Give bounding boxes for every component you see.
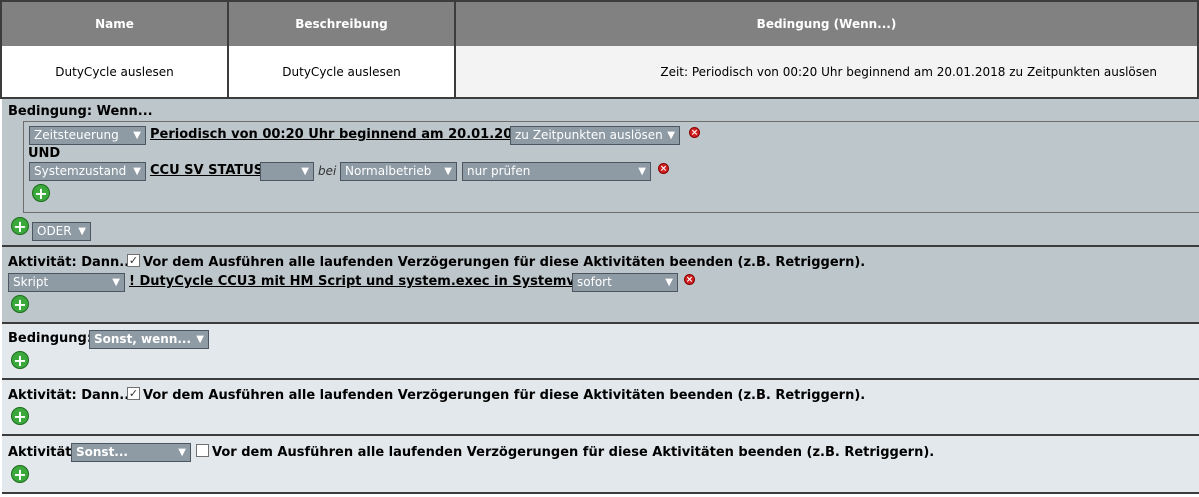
value-select[interactable]: Normalbetrieb ▼ [340, 162, 457, 181]
plus-icon[interactable]: + [11, 217, 29, 235]
chevron-down-icon: ▼ [638, 166, 646, 177]
time-schedule-link[interactable]: Periodisch von 00:20 Uhr beginnend am 20… [150, 127, 530, 142]
activity-type-select[interactable]: Skript ▼ [8, 273, 125, 292]
operator-select[interactable]: ▼ [260, 162, 314, 181]
system-variable-link[interactable]: CCU SV STATUS [150, 163, 263, 178]
bei-label: bei [318, 164, 337, 178]
chevron-down-icon: ▼ [112, 277, 120, 288]
chevron-down-icon: ▼ [133, 130, 141, 141]
condition-label: Bedingung: Wenn... [8, 104, 153, 119]
chevron-down-icon: ▼ [133, 166, 141, 177]
condition-type-select-system[interactable]: Systemzustand ▼ [29, 162, 146, 181]
activity-section-2: Aktivität: Dann... ✓ Vor dem Ausführen a… [2, 380, 1199, 436]
retrigger-label: Vor dem Ausführen alle laufenden Verzöge… [143, 255, 866, 270]
else-select[interactable]: Sonst... ▼ [71, 443, 191, 462]
condition-block: Zeitsteuerung ▼ Periodisch von 00:20 Uhr … [23, 121, 1199, 213]
retrigger-label: Vor dem Ausführen alle laufenden Verzöge… [212, 445, 935, 460]
activity-section-3: Aktivität: Sonst... ▼ Vor dem Ausführen a… [2, 436, 1199, 494]
trigger-mode-select[interactable]: zu Zeitpunkten auslösen ▼ [510, 126, 680, 145]
header-description: Beschreibung [227, 0, 456, 48]
plus-icon[interactable]: + [11, 407, 29, 425]
condition-type-select-time[interactable]: Zeitsteuerung ▼ [29, 126, 146, 145]
else-if-select[interactable]: Sonst, wenn... ▼ [89, 330, 209, 349]
plus-icon[interactable]: + [32, 184, 50, 202]
plus-icon[interactable]: + [11, 295, 29, 313]
program-name: DutyCycle auslesen [0, 46, 229, 99]
header-condition: Bedingung (Wenn...) [454, 0, 1199, 48]
program-condition-summary: Zeit: Periodisch von 00:20 Uhr beginnend… [454, 46, 1199, 99]
retrigger-label: Vor dem Ausführen alle laufenden Verzöge… [143, 388, 866, 403]
chevron-down-icon: ▼ [196, 334, 204, 345]
header-name: Name [0, 0, 229, 48]
activity-label: Aktivität: Dann... [8, 388, 135, 403]
chevron-down-icon: ▼ [178, 447, 186, 458]
plus-icon[interactable]: + [11, 351, 29, 369]
chevron-down-icon: ▼ [78, 226, 86, 237]
or-select[interactable]: ODER ▼ [32, 222, 91, 241]
retrigger-checkbox[interactable] [196, 444, 209, 457]
condition-label: Bedingung: [8, 331, 93, 346]
activity-label: Aktivität: [8, 445, 77, 460]
activity-section-1: Aktivität: Dann... ✓ Vor dem Ausführen a… [2, 247, 1199, 324]
chevron-down-icon: ▼ [444, 166, 452, 177]
retrigger-checkbox[interactable]: ✓ [127, 254, 140, 267]
retrigger-checkbox[interactable]: ✓ [127, 387, 140, 400]
condition-section-2: Bedingung: Sonst, wenn... ▼ + [2, 324, 1199, 380]
script-link[interactable]: ! DutyCycle CCU3 mit HM Script und syste… [129, 274, 609, 289]
delete-icon[interactable]: × [684, 274, 695, 285]
activity-label: Aktivität: Dann... [8, 255, 135, 270]
plus-icon[interactable]: + [11, 465, 29, 483]
delete-icon[interactable]: × [689, 127, 700, 138]
condition-section-1: Bedingung: Wenn... Zeitsteuerung ▼ Period… [2, 99, 1199, 247]
chevron-down-icon: ▼ [301, 166, 309, 177]
check-icon: ✓ [128, 387, 139, 400]
table-header: Name Beschreibung Bedingung (Wenn...) [0, 0, 1199, 48]
and-label: UND [28, 146, 61, 161]
delete-icon[interactable]: × [658, 163, 669, 174]
check-mode-select[interactable]: nur prüfen ▼ [462, 162, 651, 181]
program-info-row: DutyCycle auslesen DutyCycle auslesen Ze… [0, 46, 1199, 99]
chevron-down-icon: ▼ [667, 130, 675, 141]
program-description: DutyCycle auslesen [227, 46, 456, 99]
timing-select[interactable]: sofort ▼ [572, 273, 678, 292]
check-icon: ✓ [128, 254, 139, 267]
chevron-down-icon: ▼ [665, 277, 673, 288]
